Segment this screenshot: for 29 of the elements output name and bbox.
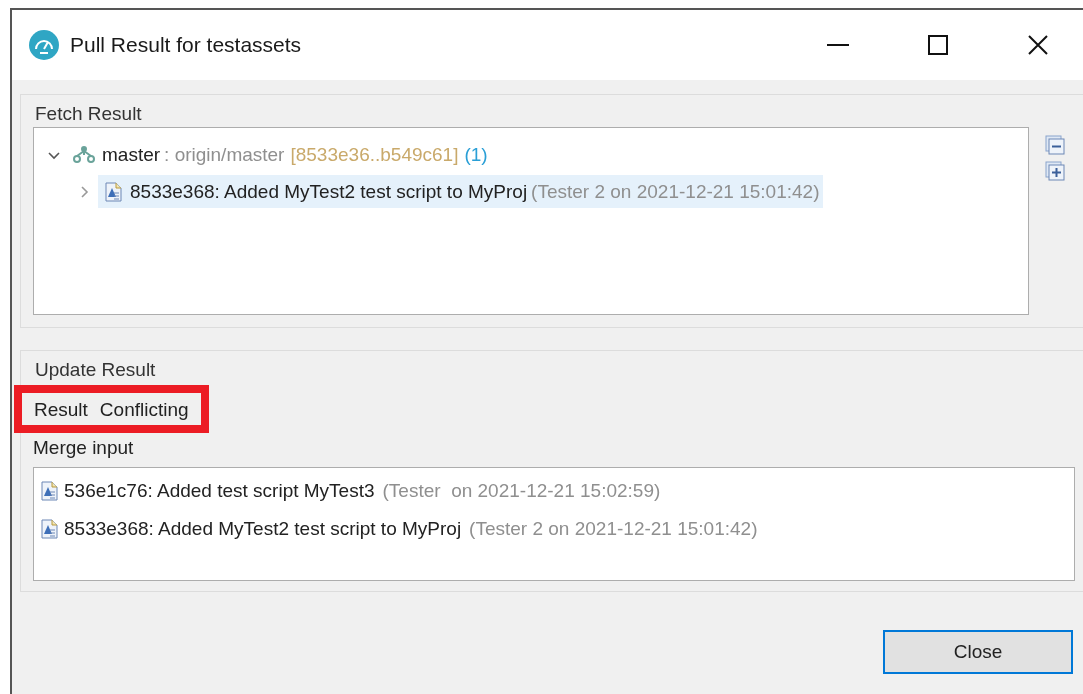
- commit-author-date: (Tester 2 on 2021-12-21 15:01:42): [531, 180, 820, 203]
- merge-item[interactable]: 8533e368: Added MyTest2 test script to MyProj (Tester 2 on 2021-12-21 15:01:42): [38, 510, 1070, 548]
- merge-item[interactable]: 536e1c76: Added test script MyTest3 (Tester on 2021-12-21 15:02:59): [38, 472, 1070, 510]
- close-button[interactable]: Close: [883, 630, 1073, 674]
- commit-author-date: (Tester 2 on 2021-12-21 15:01:42): [469, 518, 758, 540]
- tracking-ref: : origin/master: [164, 143, 285, 166]
- minimize-icon: [827, 44, 849, 46]
- commit-file-icon: [38, 518, 60, 540]
- commit-message: 536e1c76: Added test script MyTest3: [64, 480, 375, 502]
- commit-file-icon: [102, 180, 124, 203]
- commit-author-date: (Tester on 2021-12-21 15:02:59): [382, 480, 661, 502]
- branch-icon: [72, 144, 96, 165]
- merge-input-label: Merge input: [33, 437, 135, 459]
- maximize-icon: [928, 35, 948, 55]
- commit-message: 8533e368: Added MyTest2 test script to MyProj: [130, 180, 528, 203]
- tree-item[interactable]: 8533e368: Added MyTest2 test script to MyProj (Tester 2 on 2021-12-21 15:01:42): [98, 175, 824, 208]
- branch-name: master: [102, 143, 161, 166]
- commit-file-icon: [38, 480, 60, 502]
- window-title: Pull Result for testassets: [70, 33, 303, 57]
- expand-all-icon[interactable]: [1045, 161, 1065, 181]
- commit-count: (1): [464, 143, 488, 166]
- commit-range: [8533e36..b549c61]: [290, 143, 459, 166]
- app-logo-icon: [28, 29, 60, 61]
- commit-message: 8533e368: Added MyTest2 test script to MyProj: [64, 518, 462, 540]
- close-icon: [1028, 35, 1048, 55]
- tree-item[interactable]: master : origin/master [8533e36..b549c61] (1): [68, 138, 492, 171]
- result-label: Result: [34, 399, 88, 421]
- collapse-all-icon[interactable]: [1045, 135, 1065, 155]
- result-value: Conflicting: [99, 399, 189, 421]
